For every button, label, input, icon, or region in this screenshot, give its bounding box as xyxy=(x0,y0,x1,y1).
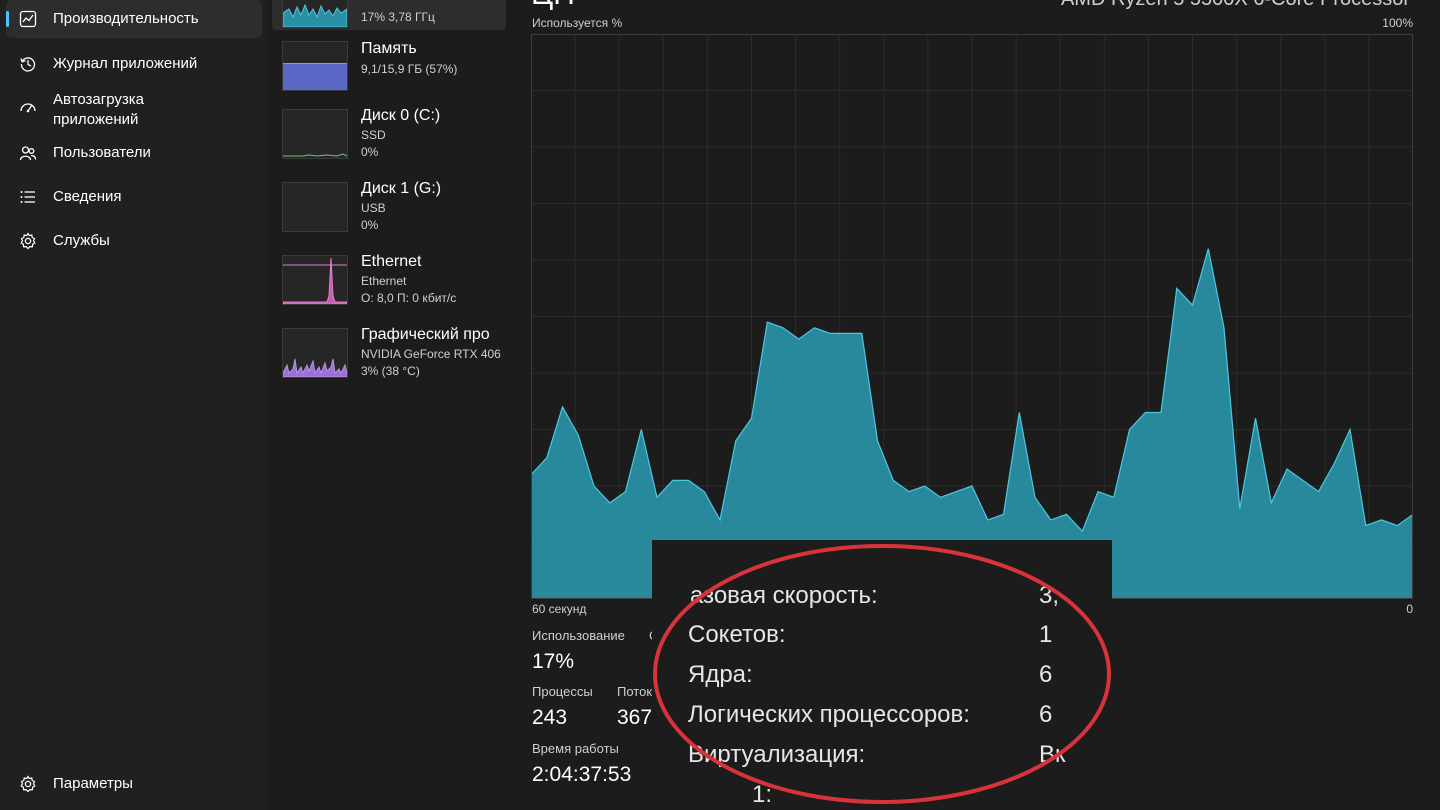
disk-thumbnail-graph xyxy=(282,109,348,159)
resource-item-cpu[interactable]: 17% 3,78 ГГц xyxy=(272,0,506,30)
sidebar-item-services[interactable]: Службы xyxy=(6,229,262,253)
cpu-usage-chart xyxy=(531,34,1413,599)
resource-subtitle: 9,1/15,9 ГБ (57%) xyxy=(361,62,458,76)
settings-label: Параметры xyxy=(53,775,133,792)
ethernet-thumbnail-graph xyxy=(282,255,348,305)
cpu-details-panel: ЦП AMD Ryzen 5 5500X 6-Core Processor Ис… xyxy=(512,0,1440,810)
resource-item-disk-0[interactable]: Диск 0 (C:) SSD 0% xyxy=(272,104,506,162)
resource-subtitle: 3% (38 °C) xyxy=(361,364,420,378)
resource-title: Графический про xyxy=(361,326,490,343)
sidebar-item-performance[interactable]: Производительность xyxy=(6,0,262,38)
cpu-thumbnail-graph xyxy=(282,0,348,28)
users-icon xyxy=(18,143,38,163)
cpu-summary: 17% 3,78 ГГц xyxy=(361,10,435,24)
sidebar-item-label: Производительность xyxy=(53,10,199,27)
resource-subtitle: 0% xyxy=(361,145,379,159)
startup-icon xyxy=(18,97,38,117)
graph-max-label: 100% xyxy=(1382,16,1413,30)
resource-title: Диск 1 (G:) xyxy=(361,180,442,197)
services-icon xyxy=(18,231,38,251)
resource-title: Ethernet xyxy=(361,253,422,270)
sidebar-item-details[interactable]: Сведения xyxy=(6,185,262,209)
uptime-label: Время работы xyxy=(532,741,619,756)
settings-button[interactable]: Параметры xyxy=(6,772,262,796)
resource-item-gpu[interactable]: Графический про NVIDIA GeForce RTX 406 3… xyxy=(272,323,506,381)
sidebar-item-label: Автозагрузка приложений xyxy=(53,91,144,128)
resource-title: Память xyxy=(361,40,417,57)
graph-label: Используется % xyxy=(532,16,623,30)
details-list-icon xyxy=(18,187,38,207)
resource-subtitle: SSD xyxy=(361,128,386,142)
resource-item-ethernet[interactable]: Ethernet Ethernet О: 8,0 П: 0 кбит/с xyxy=(272,250,506,308)
performance-icon xyxy=(18,9,38,29)
page-title: ЦП xyxy=(531,0,575,12)
resource-subtitle: О: 8,0 П: 0 кбит/с xyxy=(361,291,457,305)
sidebar: Производительность Журнал приложений Авт… xyxy=(0,0,268,810)
processes-value: 243 xyxy=(532,706,568,729)
graph-min-label: 0 xyxy=(1406,602,1413,616)
resource-subtitle: USB xyxy=(361,201,386,215)
processes-label: Процессы xyxy=(532,684,593,699)
resource-title: Диск 0 (C:) xyxy=(361,107,441,124)
memory-thumbnail-graph xyxy=(282,41,348,91)
gear-icon xyxy=(18,774,38,794)
resource-subtitle: Ethernet xyxy=(361,274,407,288)
highlight-ellipse xyxy=(653,544,1111,804)
sidebar-item-label: Службы xyxy=(53,232,110,249)
sidebar-item-label: Журнал приложений xyxy=(53,55,198,72)
resource-subtitle: 0% xyxy=(361,218,379,232)
processor-name: AMD Ryzen 5 5500X 6-Core Processor xyxy=(1061,0,1410,11)
history-icon xyxy=(18,54,38,74)
sidebar-item-label: Сведения xyxy=(53,188,122,205)
graph-time-label: 60 секунд xyxy=(532,602,587,616)
active-indicator xyxy=(6,11,9,27)
memory-fill xyxy=(283,63,347,90)
sidebar-item-startup-apps[interactable]: Автозагрузка приложений xyxy=(6,90,262,130)
disk-thumbnail-graph xyxy=(282,182,348,232)
sidebar-item-label: Пользователи xyxy=(53,144,151,161)
sidebar-item-users[interactable]: Пользователи xyxy=(6,141,262,165)
usage-label: Использование xyxy=(532,628,625,643)
sidebar-item-app-history[interactable]: Журнал приложений xyxy=(6,52,262,76)
resource-item-disk-1[interactable]: Диск 1 (G:) USB 0% xyxy=(272,177,506,235)
usage-value: 17% xyxy=(532,650,575,673)
resource-list: 17% 3,78 ГГц Память 9,1/15,9 ГБ (57%) Ди… xyxy=(268,0,512,810)
gpu-thumbnail-graph xyxy=(282,328,348,378)
resource-subtitle: NVIDIA GeForce RTX 406 xyxy=(361,347,501,361)
uptime-value: 2:04:37:53 xyxy=(532,763,632,786)
resource-item-memory[interactable]: Память 9,1/15,9 ГБ (57%) xyxy=(272,38,506,94)
